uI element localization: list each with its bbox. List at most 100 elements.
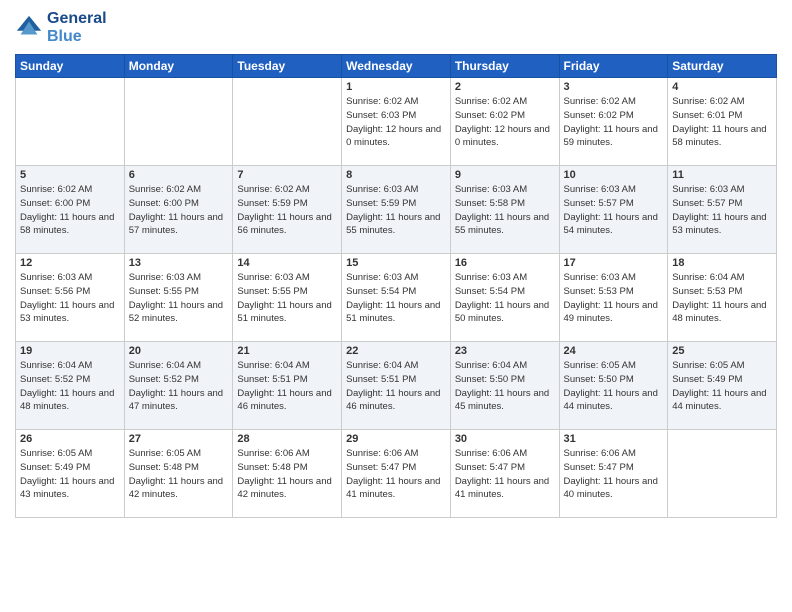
day-number: 9	[455, 169, 555, 181]
calendar-cell: 29 Sunrise: 6:06 AMSunset: 5:47 PMDayligh…	[342, 430, 451, 518]
calendar-cell: 11 Sunrise: 6:03 AMSunset: 5:57 PMDayligh…	[668, 166, 777, 254]
day-number: 11	[672, 169, 772, 181]
cell-info: Sunrise: 6:05 AMSunset: 5:49 PMDaylight:…	[672, 359, 772, 414]
day-number: 14	[237, 257, 337, 269]
header-cell-wednesday: Wednesday	[342, 55, 451, 78]
day-number: 2	[455, 81, 555, 93]
day-number: 8	[346, 169, 446, 181]
day-number: 7	[237, 169, 337, 181]
cell-info: Sunrise: 6:06 AMSunset: 5:47 PMDaylight:…	[455, 447, 555, 502]
day-number: 4	[672, 81, 772, 93]
calendar-cell: 28Sunrise: 6:06 AMSunset: 5:48 PMDayligh…	[233, 430, 342, 518]
cell-info: Sunrise: 6:03 AMSunset: 5:58 PMDaylight:…	[455, 183, 555, 238]
cell-info: Sunrise: 6:02 AMSunset: 6:00 PMDaylight:…	[20, 183, 120, 238]
cell-info: Sunrise: 6:05 AMSunset: 5:50 PMDaylight:…	[564, 359, 664, 414]
cell-info: Sunrise: 6:02 AMSunset: 6:01 PMDaylight:…	[672, 95, 772, 150]
cell-info: Sunrise: 6:02 AMSunset: 6:02 PMDaylight:…	[455, 95, 555, 150]
cell-info: Sunrise: 6:03 AMSunset: 5:54 PMDaylight:…	[455, 271, 555, 326]
calendar-cell: 4 Sunrise: 6:02 AMSunset: 6:01 PMDaylight…	[668, 78, 777, 166]
day-number: 21	[237, 345, 337, 357]
cell-info: Sunrise: 6:04 AMSunset: 5:51 PMDaylight:…	[346, 359, 446, 414]
day-number: 27	[129, 433, 229, 445]
day-number: 10	[564, 169, 664, 181]
calendar-cell: 20 Sunrise: 6:04 AMSunset: 5:52 PMDayligh…	[124, 342, 233, 430]
logo-icon	[15, 14, 43, 42]
calendar-cell: 3Sunrise: 6:02 AMSunset: 6:02 PMDaylight…	[559, 78, 668, 166]
calendar-cell: 1 Sunrise: 6:02 AMSunset: 6:03 PMDaylight…	[342, 78, 451, 166]
day-number: 24	[564, 345, 664, 357]
calendar-cell: 18Sunrise: 6:04 AMSunset: 5:53 PMDayligh…	[668, 254, 777, 342]
day-number: 29	[346, 433, 446, 445]
calendar-cell: 31 Sunrise: 6:06 AMSunset: 5:47 PMDayligh…	[559, 430, 668, 518]
header-cell-tuesday: Tuesday	[233, 55, 342, 78]
cell-info: Sunrise: 6:04 AMSunset: 5:50 PMDaylight:…	[455, 359, 555, 414]
cell-info: Sunrise: 6:03 AMSunset: 5:56 PMDaylight:…	[20, 271, 120, 326]
cell-info: Sunrise: 6:04 AMSunset: 5:52 PMDaylight:…	[129, 359, 229, 414]
cell-info: Sunrise: 6:02 AMSunset: 5:59 PMDaylight:…	[237, 183, 337, 238]
calendar-cell: 21Sunrise: 6:04 AMSunset: 5:51 PMDayligh…	[233, 342, 342, 430]
cell-info: Sunrise: 6:02 AMSunset: 6:02 PMDaylight:…	[564, 95, 664, 150]
header-row: SundayMondayTuesdayWednesdayThursdayFrid…	[16, 55, 777, 78]
cell-info: Sunrise: 6:03 AMSunset: 5:53 PMDaylight:…	[564, 271, 664, 326]
day-number: 20	[129, 345, 229, 357]
day-number: 1	[346, 81, 446, 93]
cell-info: Sunrise: 6:03 AMSunset: 5:55 PMDaylight:…	[237, 271, 337, 326]
cell-info: Sunrise: 6:06 AMSunset: 5:47 PMDaylight:…	[564, 447, 664, 502]
day-number: 22	[346, 345, 446, 357]
logo-text: General Blue	[47, 10, 107, 46]
day-number: 5	[20, 169, 120, 181]
calendar-cell: 17 Sunrise: 6:03 AMSunset: 5:53 PMDayligh…	[559, 254, 668, 342]
cell-info: Sunrise: 6:03 AMSunset: 5:59 PMDaylight:…	[346, 183, 446, 238]
cell-info: Sunrise: 6:06 AMSunset: 5:47 PMDaylight:…	[346, 447, 446, 502]
cell-info: Sunrise: 6:03 AMSunset: 5:57 PMDaylight:…	[672, 183, 772, 238]
calendar-week-0: 1 Sunrise: 6:02 AMSunset: 6:03 PMDaylight…	[16, 78, 777, 166]
day-number: 31	[564, 433, 664, 445]
header-cell-thursday: Thursday	[450, 55, 559, 78]
calendar-container: General Blue SundayMondayTuesdayWednesda…	[0, 0, 792, 612]
cell-info: Sunrise: 6:06 AMSunset: 5:48 PMDaylight:…	[237, 447, 337, 502]
day-number: 12	[20, 257, 120, 269]
cell-info: Sunrise: 6:02 AMSunset: 6:03 PMDaylight:…	[346, 95, 446, 150]
calendar-cell: 9 Sunrise: 6:03 AMSunset: 5:58 PMDaylight…	[450, 166, 559, 254]
day-number: 17	[564, 257, 664, 269]
cell-info: Sunrise: 6:04 AMSunset: 5:52 PMDaylight:…	[20, 359, 120, 414]
header-cell-friday: Friday	[559, 55, 668, 78]
logo: General Blue	[15, 10, 107, 46]
calendar-week-4: 26 Sunrise: 6:05 AMSunset: 5:49 PMDayligh…	[16, 430, 777, 518]
cell-info: Sunrise: 6:03 AMSunset: 5:55 PMDaylight:…	[129, 271, 229, 326]
calendar-header: SundayMondayTuesdayWednesdayThursdayFrid…	[16, 55, 777, 78]
header: General Blue	[15, 10, 777, 46]
calendar-cell: 26 Sunrise: 6:05 AMSunset: 5:49 PMDayligh…	[16, 430, 125, 518]
cell-info: Sunrise: 6:03 AMSunset: 5:57 PMDaylight:…	[564, 183, 664, 238]
calendar-cell: 6 Sunrise: 6:02 AMSunset: 6:00 PMDaylight…	[124, 166, 233, 254]
calendar-week-2: 12 Sunrise: 6:03 AMSunset: 5:56 PMDayligh…	[16, 254, 777, 342]
header-cell-sunday: Sunday	[16, 55, 125, 78]
day-number: 18	[672, 257, 772, 269]
calendar-cell: 7 Sunrise: 6:02 AMSunset: 5:59 PMDaylight…	[233, 166, 342, 254]
calendar-cell: 19 Sunrise: 6:04 AMSunset: 5:52 PMDayligh…	[16, 342, 125, 430]
calendar-cell: 16 Sunrise: 6:03 AMSunset: 5:54 PMDayligh…	[450, 254, 559, 342]
cell-info: Sunrise: 6:02 AMSunset: 6:00 PMDaylight:…	[129, 183, 229, 238]
day-number: 25	[672, 345, 772, 357]
calendar-cell: 27 Sunrise: 6:05 AMSunset: 5:48 PMDayligh…	[124, 430, 233, 518]
day-number: 19	[20, 345, 120, 357]
calendar-cell	[16, 78, 125, 166]
day-number: 13	[129, 257, 229, 269]
cell-info: Sunrise: 6:03 AMSunset: 5:54 PMDaylight:…	[346, 271, 446, 326]
day-number: 26	[20, 433, 120, 445]
header-cell-saturday: Saturday	[668, 55, 777, 78]
calendar-cell	[124, 78, 233, 166]
day-number: 16	[455, 257, 555, 269]
cell-info: Sunrise: 6:05 AMSunset: 5:48 PMDaylight:…	[129, 447, 229, 502]
calendar-cell: 25 Sunrise: 6:05 AMSunset: 5:49 PMDayligh…	[668, 342, 777, 430]
calendar-cell: 2 Sunrise: 6:02 AMSunset: 6:02 PMDaylight…	[450, 78, 559, 166]
calendar-cell: 8 Sunrise: 6:03 AMSunset: 5:59 PMDaylight…	[342, 166, 451, 254]
calendar-cell: 23Sunrise: 6:04 AMSunset: 5:50 PMDayligh…	[450, 342, 559, 430]
day-number: 6	[129, 169, 229, 181]
calendar-cell: 12 Sunrise: 6:03 AMSunset: 5:56 PMDayligh…	[16, 254, 125, 342]
calendar-cell: 13 Sunrise: 6:03 AMSunset: 5:55 PMDayligh…	[124, 254, 233, 342]
cell-info: Sunrise: 6:05 AMSunset: 5:49 PMDaylight:…	[20, 447, 120, 502]
day-number: 15	[346, 257, 446, 269]
calendar-week-3: 19 Sunrise: 6:04 AMSunset: 5:52 PMDayligh…	[16, 342, 777, 430]
day-number: 30	[455, 433, 555, 445]
